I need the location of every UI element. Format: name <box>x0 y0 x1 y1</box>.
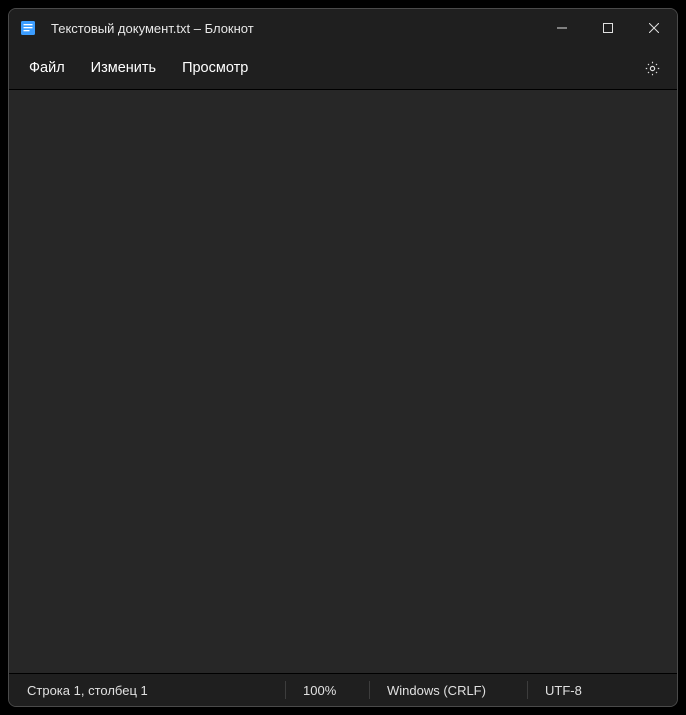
desktop-background: Текстовый документ.txt – Блокнот Файл И <box>0 0 686 715</box>
menubar: Файл Изменить Просмотр <box>9 47 677 89</box>
text-editor[interactable] <box>9 89 677 674</box>
settings-button[interactable] <box>635 51 669 85</box>
minimize-button[interactable] <box>539 9 585 47</box>
status-encoding: UTF-8 <box>527 674 677 706</box>
status-zoom: 100% <box>285 674 369 706</box>
window-controls <box>539 9 677 47</box>
menu-edit[interactable]: Изменить <box>79 54 168 82</box>
maximize-button[interactable] <box>585 9 631 47</box>
menu-view[interactable]: Просмотр <box>170 54 260 82</box>
window-title: Текстовый документ.txt – Блокнот <box>51 21 539 36</box>
status-line-ending: Windows (CRLF) <box>369 674 527 706</box>
menu-file[interactable]: Файл <box>17 54 77 82</box>
statusbar: Строка 1, столбец 1 100% Windows (CRLF) … <box>9 674 677 706</box>
notepad-window: Текстовый документ.txt – Блокнот Файл И <box>8 8 678 707</box>
status-position: Строка 1, столбец 1 <box>9 674 285 706</box>
notepad-icon <box>19 19 37 37</box>
titlebar[interactable]: Текстовый документ.txt – Блокнот <box>9 9 677 47</box>
close-button[interactable] <box>631 9 677 47</box>
